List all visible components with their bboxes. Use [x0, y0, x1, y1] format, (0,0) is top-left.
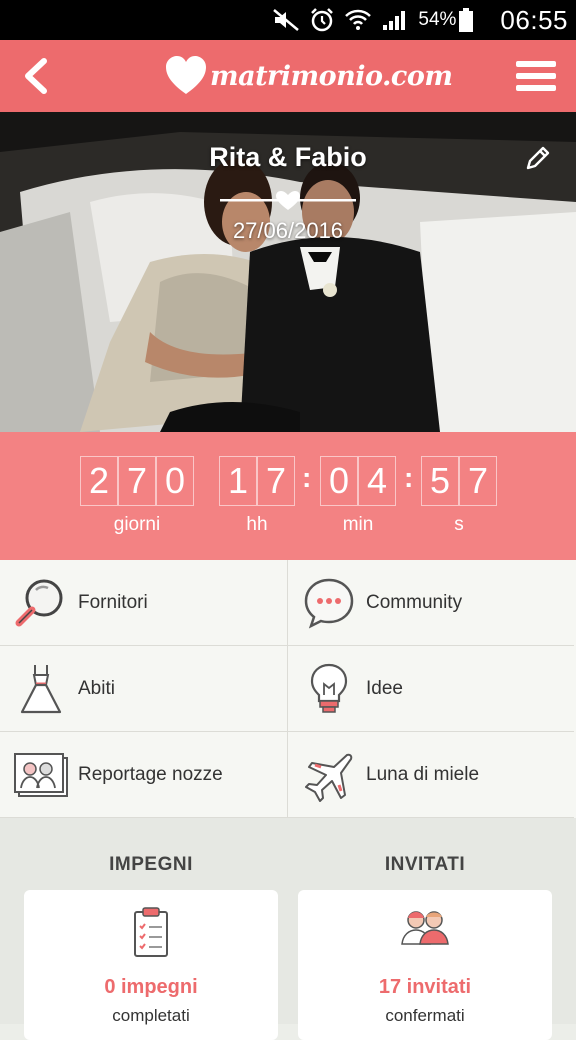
- guests-title: INVITATI: [384, 854, 466, 875]
- pencil-icon: [526, 146, 550, 170]
- menu-item-reportage-nozze[interactable]: Reportage nozze: [0, 732, 287, 818]
- menu-item-label: Community: [366, 591, 463, 613]
- dress-icon: [12, 660, 70, 718]
- couple-photo-header: Rita & Fabio 27/06/2016: [0, 112, 576, 432]
- tasks-card[interactable]: 0 impegni completati: [24, 890, 278, 1040]
- clock: 06:55: [500, 4, 568, 35]
- battery-icon: [456, 0, 476, 40]
- menu-item-label: Luna di miele: [366, 763, 480, 785]
- countdown-digit: 2: [80, 456, 118, 506]
- countdown-minutes: 0 4: [320, 456, 396, 506]
- logo-text: matrimonio.com: [210, 60, 453, 92]
- logo: matrimonio.com: [164, 48, 453, 104]
- countdown-digit: 7: [459, 456, 497, 506]
- couple-name: Rita & Fabio: [209, 142, 367, 172]
- countdown-digit: 7: [118, 456, 156, 506]
- guests-icon: [401, 911, 449, 945]
- countdown-digit: 1: [219, 456, 257, 506]
- time-separator: :: [404, 462, 414, 493]
- countdown-days: 2 7 0: [80, 456, 194, 506]
- hamburger-menu-icon: [516, 61, 556, 91]
- heart-logo-icon: [166, 56, 206, 94]
- wedding-date: 27/06/2016: [232, 218, 344, 243]
- status-bar: 54% 06:55: [0, 0, 576, 40]
- airplane-icon: [300, 746, 358, 804]
- menu-item-label: Abiti: [78, 677, 115, 699]
- menu-item-label: Fornitori: [78, 591, 148, 613]
- guests-count: 17 invitati: [378, 976, 472, 998]
- countdown-digit: 0: [320, 456, 358, 506]
- menu-item-label: Idee: [366, 677, 403, 699]
- menu-item-label: Reportage nozze: [78, 763, 223, 785]
- countdown-hours-label: hh: [246, 514, 268, 535]
- mute-icon: [268, 0, 304, 40]
- countdown-seconds-label: s: [454, 514, 464, 535]
- menu-item-abiti[interactable]: Abiti: [0, 646, 287, 732]
- menu-item-idee[interactable]: Idee: [287, 646, 574, 732]
- checklist-icon: [134, 907, 168, 957]
- edit-button[interactable]: [520, 140, 556, 176]
- tasks-count: 0 impegni: [104, 976, 198, 998]
- back-button[interactable]: [10, 50, 62, 102]
- tasks-caption: completati: [112, 1006, 190, 1025]
- menu-button[interactable]: [510, 50, 562, 102]
- photo-album-icon: [12, 746, 70, 804]
- time-separator: :: [302, 462, 312, 493]
- lightbulb-icon: [300, 660, 358, 718]
- chat-bubble-icon: [300, 574, 358, 632]
- heart-divider-icon: [220, 191, 356, 210]
- battery-percent: 54%: [418, 9, 457, 30]
- summary-section: IMPEGNI INVITATI 0 impegni completati 17…: [0, 818, 576, 1040]
- alarm-icon: [304, 0, 340, 40]
- app-bar: matrimonio.com: [0, 40, 576, 112]
- menu-item-community[interactable]: Community: [287, 560, 574, 646]
- countdown-seconds: 5 7: [421, 456, 497, 506]
- guests-card[interactable]: 17 invitati confermati: [298, 890, 552, 1040]
- tasks-title: IMPEGNI: [109, 854, 193, 875]
- countdown: 2 7 0 1 7 : 0 4 : 5 7 giorni hh min s: [0, 432, 576, 560]
- signal-icon: [376, 0, 412, 40]
- back-arrow-icon: [25, 58, 47, 94]
- countdown-minutes-label: min: [342, 514, 374, 535]
- countdown-digit: 7: [257, 456, 295, 506]
- countdown-hours: 1 7: [219, 456, 295, 506]
- countdown-digit: 0: [156, 456, 194, 506]
- menu-grid: Fornitori Community Abiti Idee Reportage…: [0, 560, 576, 818]
- menu-item-luna-di-miele[interactable]: Luna di miele: [287, 732, 574, 818]
- wifi-icon: [340, 0, 376, 40]
- magnifier-icon: [12, 574, 70, 632]
- countdown-digit: 4: [358, 456, 396, 506]
- countdown-digit: 5: [421, 456, 459, 506]
- countdown-days-label: giorni: [113, 514, 161, 535]
- menu-item-fornitori[interactable]: Fornitori: [0, 560, 287, 646]
- guests-caption: confermati: [385, 1006, 465, 1025]
